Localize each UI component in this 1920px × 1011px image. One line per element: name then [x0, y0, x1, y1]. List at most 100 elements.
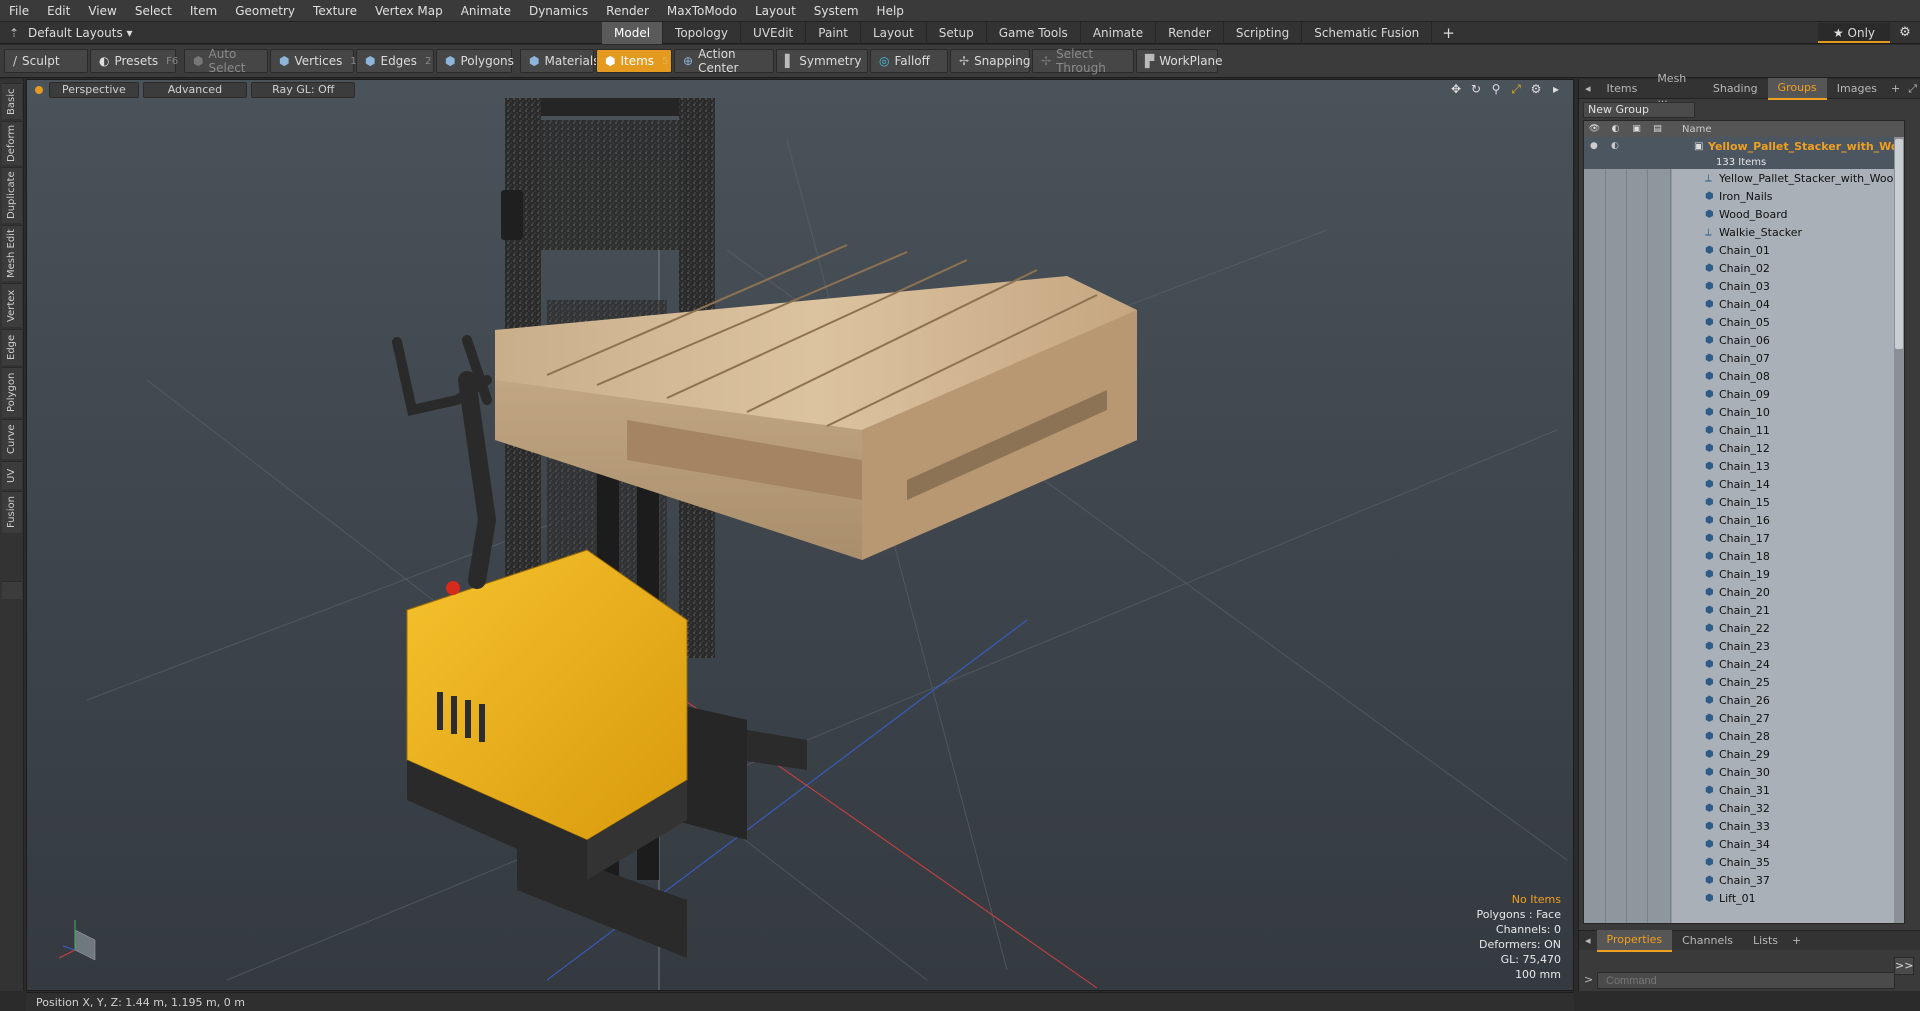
- falloff-button[interactable]: ◎ Falloff: [870, 49, 948, 73]
- maximize-view-icon[interactable]: ⤢: [1509, 82, 1523, 97]
- tree-item-row[interactable]: ⬢ Chain_34: [1584, 835, 1904, 853]
- menu-help[interactable]: Help: [868, 0, 913, 22]
- menu-render[interactable]: Render: [597, 0, 658, 22]
- items-button[interactable]: ⬢ Items 5: [596, 49, 672, 73]
- tab-properties[interactable]: Properties: [1596, 929, 1673, 952]
- select-column-icon[interactable]: ▤: [1647, 124, 1668, 134]
- action-center-button[interactable]: ⊕ Action Center: [674, 47, 774, 75]
- shading-dropdown[interactable]: Advanced: [142, 82, 248, 98]
- tree-item-row[interactable]: ⬢ Chain_31: [1584, 781, 1904, 799]
- tree-item-row[interactable]: ⬢ Chain_01: [1584, 241, 1904, 259]
- tab-uvedit[interactable]: UVEdit: [741, 22, 807, 44]
- viewport-settings-icon[interactable]: ⚙: [1529, 82, 1543, 97]
- materials-button[interactable]: ⬢ Materials: [520, 49, 600, 73]
- tree-item-row[interactable]: ⬢ Chain_10: [1584, 403, 1904, 421]
- 3d-viewport[interactable]: Perspective Advanced Ray GL: Off ✥ ↻ ⚲ ⤢…: [26, 79, 1574, 991]
- menu-edit[interactable]: Edit: [38, 0, 79, 22]
- expand-panel-icon[interactable]: ⤢: [1904, 79, 1920, 99]
- tab-groups[interactable]: Groups: [1767, 77, 1827, 100]
- tree-scrollbar[interactable]: [1894, 137, 1904, 923]
- lock-column-icon[interactable]: ▣: [1626, 124, 1647, 134]
- move-view-icon[interactable]: ✥: [1449, 82, 1463, 97]
- tab-render[interactable]: Render: [1156, 22, 1224, 44]
- zoom-view-icon[interactable]: ⚲: [1489, 82, 1503, 97]
- rotate-view-icon[interactable]: ↻: [1469, 82, 1483, 97]
- perspective-dropdown[interactable]: Perspective: [49, 82, 139, 98]
- tree-item-row[interactable]: ⬢ Chain_14: [1584, 475, 1904, 493]
- new-group-button[interactable]: New Group: [1583, 102, 1695, 118]
- tab-channels[interactable]: Channels: [1672, 931, 1743, 951]
- add-bottom-tab-icon[interactable]: +: [1788, 931, 1805, 951]
- vtab-collapse[interactable]: [2, 581, 22, 599]
- edges-button[interactable]: ⬢ Edges 2: [356, 49, 434, 73]
- tree-item-row[interactable]: ⟂ Walkie_Stacker: [1584, 223, 1904, 241]
- tree-item-row[interactable]: ⬢ Chain_05: [1584, 313, 1904, 331]
- tree-item-row[interactable]: ⬢ Chain_13: [1584, 457, 1904, 475]
- tree-item-row[interactable]: ⬢ Chain_12: [1584, 439, 1904, 457]
- tree-item-row[interactable]: ⬢ Chain_32: [1584, 799, 1904, 817]
- tree-item-row[interactable]: ⬢ Chain_08: [1584, 367, 1904, 385]
- tree-item-row[interactable]: ⬢ Chain_19: [1584, 565, 1904, 583]
- workplane-button[interactable]: ▛ WorkPlane: [1136, 49, 1223, 73]
- tree-item-row[interactable]: ⬢ Chain_24: [1584, 655, 1904, 673]
- snapping-button[interactable]: ✢ Snapping: [950, 49, 1030, 73]
- visibility-eye-icon[interactable]: 👁: [1584, 124, 1605, 134]
- tab-model[interactable]: Model: [602, 22, 664, 44]
- add-panel-tab-icon[interactable]: +: [1887, 79, 1904, 99]
- menu-item[interactable]: Item: [181, 0, 226, 22]
- tree-item-row[interactable]: ⬢ Chain_29: [1584, 745, 1904, 763]
- tree-item-row[interactable]: ⬢ Chain_27: [1584, 709, 1904, 727]
- select-through-button[interactable]: ✢ Select Through: [1032, 47, 1134, 75]
- command-expand-button[interactable]: >>: [1894, 957, 1914, 975]
- polygons-button[interactable]: ⬢ Polygons: [436, 49, 514, 73]
- group-root-row[interactable]: ● ◐ ▣ Yellow_Pallet_Stacker_with_Wo...: [1584, 137, 1904, 155]
- tree-item-row[interactable]: ⬢ Chain_21: [1584, 601, 1904, 619]
- tree-item-row[interactable]: ⬢ Chain_33: [1584, 817, 1904, 835]
- vtab-uv[interactable]: UV: [2, 461, 22, 489]
- tab-schematic-fusion[interactable]: Schematic Fusion: [1302, 22, 1433, 44]
- tab-shading[interactable]: Shading: [1703, 79, 1768, 99]
- tree-item-row[interactable]: ⬢ Chain_23: [1584, 637, 1904, 655]
- tab-animate[interactable]: Animate: [1081, 22, 1157, 44]
- symmetry-button[interactable]: ▌ Symmetry: [776, 49, 868, 73]
- menu-select[interactable]: Select: [126, 0, 181, 22]
- tree-item-row[interactable]: ⬢ Chain_11: [1584, 421, 1904, 439]
- menu-system[interactable]: System: [805, 0, 868, 22]
- tree-item-row[interactable]: ⬢ Chain_07: [1584, 349, 1904, 367]
- tree-item-row[interactable]: ⬢ Chain_15: [1584, 493, 1904, 511]
- menu-animate[interactable]: Animate: [452, 0, 520, 22]
- tab-layout[interactable]: Layout: [861, 22, 927, 44]
- menu-vertex-map[interactable]: Vertex Map: [366, 0, 452, 22]
- vtab-mesh-edit[interactable]: Mesh Edit: [2, 225, 22, 281]
- gear-icon[interactable]: ⚙: [1893, 23, 1917, 43]
- tree-item-row[interactable]: ⬢ Chain_37: [1584, 871, 1904, 889]
- root-visibility-icon[interactable]: ●: [1590, 141, 1598, 151]
- tree-item-row[interactable]: ⬢ Chain_03: [1584, 277, 1904, 295]
- tab-game-tools[interactable]: Game Tools: [987, 22, 1081, 44]
- default-layouts-dropdown[interactable]: Default Layouts ▾: [28, 26, 138, 40]
- tab-topology[interactable]: Topology: [663, 22, 742, 44]
- tree-item-row[interactable]: ⬢ Chain_02: [1584, 259, 1904, 277]
- vertices-button[interactable]: ⬢ Vertices 1: [270, 49, 357, 73]
- viewport-menu-icon[interactable]: ▸: [1549, 82, 1563, 97]
- presets-button[interactable]: ◐ Presets F6: [90, 49, 178, 73]
- menu-file[interactable]: File: [0, 0, 38, 22]
- tree-scroll-thumb[interactable]: [1895, 139, 1903, 349]
- tree-item-row[interactable]: ⬢ Chain_26: [1584, 691, 1904, 709]
- tab-scripting[interactable]: Scripting: [1224, 22, 1303, 44]
- tree-item-row[interactable]: ⬢ Wood_Board: [1584, 205, 1904, 223]
- vtab-duplicate[interactable]: Duplicate: [2, 167, 22, 223]
- menu-texture[interactable]: Texture: [304, 0, 366, 22]
- vtab-basic[interactable]: Basic: [2, 83, 22, 119]
- tree-item-row[interactable]: ⬢ Iron_Nails: [1584, 187, 1904, 205]
- tree-item-row[interactable]: ⬢ Chain_22: [1584, 619, 1904, 637]
- menu-view[interactable]: View: [79, 0, 125, 22]
- vtab-vertex[interactable]: Vertex: [2, 283, 22, 327]
- tree-item-row[interactable]: ⬢ Chain_35: [1584, 853, 1904, 871]
- vtab-fusion[interactable]: Fusion: [2, 491, 22, 533]
- tab-setup[interactable]: Setup: [927, 22, 987, 44]
- tree-item-row[interactable]: ⬢ Lift_01: [1584, 889, 1904, 907]
- command-input[interactable]: [1597, 972, 1895, 989]
- tree-item-row[interactable]: ⬢ Chain_20: [1584, 583, 1904, 601]
- add-tab-icon[interactable]: +: [1432, 22, 1465, 44]
